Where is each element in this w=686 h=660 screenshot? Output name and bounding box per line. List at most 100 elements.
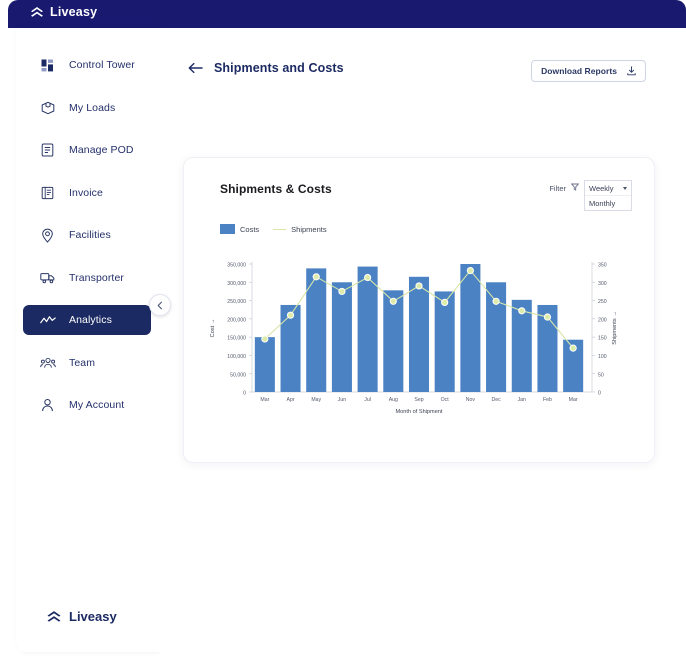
dashboard-grid-icon [39, 57, 56, 74]
y-axis-tick-label: 100,000 [227, 354, 246, 360]
card-title: Shipments & Costs [220, 182, 332, 196]
sidebar: Control Tower My Loads Manage POD Invoic… [16, 28, 158, 652]
user-person-icon [39, 397, 56, 414]
brand-logo-top[interactable]: Liveasy [30, 5, 97, 19]
y-axis-tick-label: 200,000 [227, 317, 246, 323]
chart-line-marker[interactable] [415, 282, 423, 290]
line-chart-icon [39, 312, 56, 329]
filter-selected-label: Weekly [589, 183, 614, 193]
chart-line-marker[interactable] [543, 313, 552, 321]
legend-label-costs: Costs [240, 224, 260, 234]
x-axis-title: Month of Shipment [396, 409, 443, 415]
y-axis-tick-label: 50,000 [230, 372, 246, 378]
map-pin-icon [39, 227, 56, 244]
chart-line-marker[interactable] [466, 266, 474, 275]
legend-item-costs[interactable]: Costs [220, 224, 259, 234]
brand-name-bottom: Liveasy [69, 609, 117, 624]
top-bar: Liveasy [8, 0, 686, 28]
sidebar-collapse-button[interactable] [149, 294, 171, 316]
y2-axis-tick-label: 0 [598, 391, 601, 397]
chart-line-marker[interactable] [569, 344, 577, 352]
sidebar-item-my-loads[interactable]: My Loads [23, 93, 151, 123]
y2-axis-title: Shipments → [612, 311, 618, 345]
back-navigation[interactable]: Shipments and Costs [188, 61, 344, 75]
y-axis-title: Cost → [210, 319, 216, 338]
filter-selected-option[interactable]: Weekly [585, 181, 631, 195]
app-window: Liveasy Control Tower My Loads Manage PO… [8, 0, 686, 652]
x-axis-tick-label: Oct [441, 397, 450, 403]
y2-axis-tick-label: 100 [598, 354, 607, 360]
sidebar-item-label: Facilities [69, 229, 111, 241]
sidebar-item-label: Team [69, 356, 96, 369]
download-reports-label: Download Reports [541, 66, 617, 76]
truck-icon [39, 269, 56, 286]
sidebar-item-analytics[interactable]: Analytics [23, 305, 151, 335]
chart-line-marker[interactable] [441, 298, 449, 307]
x-axis-tick-label: Aug [389, 397, 398, 403]
x-axis-tick-label: Jun [338, 397, 346, 403]
sidebar-item-team[interactable]: Team [23, 348, 151, 378]
y-axis-tick-label: 0 [243, 391, 246, 397]
chart-bar[interactable] [383, 290, 404, 392]
document-list-icon [39, 142, 56, 159]
chart-plot-area: 0 50,000 100,000 150,000 200,000 250,000 300,0… [184, 258, 654, 438]
sidebar-item-label: Manage POD [69, 144, 134, 156]
filter-label: Filter [549, 184, 566, 193]
legend-dash-shipments [273, 228, 287, 230]
sidebar-item-label: My Loads [69, 101, 116, 114]
y-axis-tick-label: 300,000 [227, 281, 246, 287]
sidebar-nav: Control Tower My Loads Manage POD Invoic… [16, 50, 158, 433]
sidebar-item-label: Invoice [69, 186, 103, 199]
x-axis-tick-label: Dec [491, 397, 501, 403]
y2-axis-tick-label: 150 [598, 336, 607, 342]
chart-line-marker[interactable] [261, 335, 269, 343]
sidebar-item-manage-pod[interactable]: Manage POD [23, 135, 151, 165]
chart-bar[interactable] [408, 276, 430, 392]
sidebar-item-invoice[interactable]: Invoice [23, 178, 151, 208]
filter-funnel-icon[interactable] [571, 183, 579, 191]
chart-line-marker[interactable] [312, 273, 320, 281]
chart-line-marker[interactable] [338, 287, 346, 296]
chart-bar[interactable] [357, 266, 378, 392]
double-chevron-up-icon [31, 7, 43, 17]
download-tray-icon [627, 66, 636, 76]
sidebar-item-label: Control Tower [69, 59, 135, 71]
legend-item-shipments[interactable]: Shipments [273, 224, 327, 234]
x-axis-tick-label: May [311, 397, 321, 403]
filter-select[interactable]: Weekly Monthly [584, 180, 632, 211]
sidebar-item-label: Transporter [69, 271, 124, 284]
chart-bar[interactable] [254, 337, 275, 392]
filter-control: Filter Weekly Monthly [549, 180, 632, 211]
brand-logo-bottom: Liveasy [46, 609, 117, 624]
chart-line-marker[interactable] [364, 273, 372, 282]
box-package-icon [39, 99, 56, 116]
y2-axis-tick-label: 300 [598, 281, 607, 287]
x-axis-tick-label: Jan [518, 397, 526, 403]
filter-option-monthly[interactable]: Monthly [585, 195, 631, 210]
chart-line-marker[interactable] [286, 311, 295, 319]
chart-bar[interactable] [460, 264, 481, 392]
chart-line-marker[interactable] [389, 297, 397, 305]
chart-bar[interactable] [331, 282, 352, 392]
chevron-left-icon [157, 301, 162, 309]
sidebar-item-my-account[interactable]: My Account [23, 390, 151, 420]
page-header: Shipments and Costs Download Reports [158, 56, 686, 86]
sidebar-item-control-tower[interactable]: Control Tower [23, 50, 151, 80]
y2-axis-tick-label: 350 [598, 263, 607, 269]
main-content: Shipments and Costs Download Reports Shi… [158, 28, 686, 652]
chart-line-marker[interactable] [492, 297, 500, 305]
legend-label-shipments: Shipments [291, 224, 327, 234]
arrow-left-icon[interactable] [188, 62, 203, 74]
y-axis-tick-label: 350,000 [227, 263, 246, 269]
chart-bar[interactable] [434, 291, 455, 392]
shipments-costs-chart[interactable]: 0 50,000 100,000 150,000 200,000 250,000 300,0… [184, 258, 654, 438]
x-axis-tick-label: Nov [466, 397, 476, 403]
y2-axis-tick-label: 200 [598, 317, 607, 323]
x-axis-tick-label: Feb [543, 397, 552, 403]
chart-line-marker[interactable] [518, 307, 526, 315]
y2-axis-tick-label: 250 [598, 299, 607, 305]
y-axis-tick-label: 150,000 [227, 336, 246, 342]
sidebar-item-transporter[interactable]: Transporter [23, 263, 151, 293]
download-reports-button[interactable]: Download Reports [531, 60, 646, 82]
sidebar-item-facilities[interactable]: Facilities [23, 220, 151, 250]
